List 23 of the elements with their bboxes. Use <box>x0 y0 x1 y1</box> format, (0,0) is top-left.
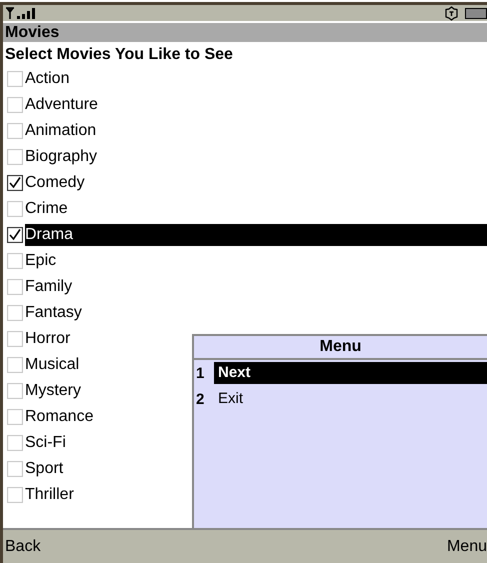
genre-option[interactable]: Biography <box>25 146 487 168</box>
menu-number: 2 <box>195 390 206 408</box>
battery-icon <box>465 8 487 18</box>
genre-option[interactable]: Fantasy <box>25 302 487 324</box>
back-softkey[interactable]: Back <box>5 538 41 556</box>
gear-icon <box>444 6 459 20</box>
genre-option[interactable]: Drama <box>25 224 487 246</box>
menu-item[interactable]: Exit <box>214 388 487 410</box>
screen-title: Movies <box>3 23 487 42</box>
list-heading: Select Movies You Like to See <box>4 45 234 65</box>
menu-item[interactable]: Next <box>214 362 487 384</box>
genre-option[interactable]: Action <box>25 68 487 90</box>
checkbox[interactable] <box>7 175 23 191</box>
genre-option[interactable]: Comedy <box>25 172 487 194</box>
genre-option[interactable]: Epic <box>25 250 487 272</box>
genre-option[interactable]: Animation <box>25 120 487 142</box>
genre-option[interactable]: Family <box>25 276 487 298</box>
genre-option[interactable]: Crime <box>25 198 487 220</box>
checkbox[interactable] <box>7 227 23 243</box>
menu-softkey[interactable]: Menu <box>446 538 487 556</box>
menu-title: Menu <box>194 336 487 360</box>
menu-number: 1 <box>195 364 206 382</box>
genre-option[interactable]: Adventure <box>25 94 487 116</box>
